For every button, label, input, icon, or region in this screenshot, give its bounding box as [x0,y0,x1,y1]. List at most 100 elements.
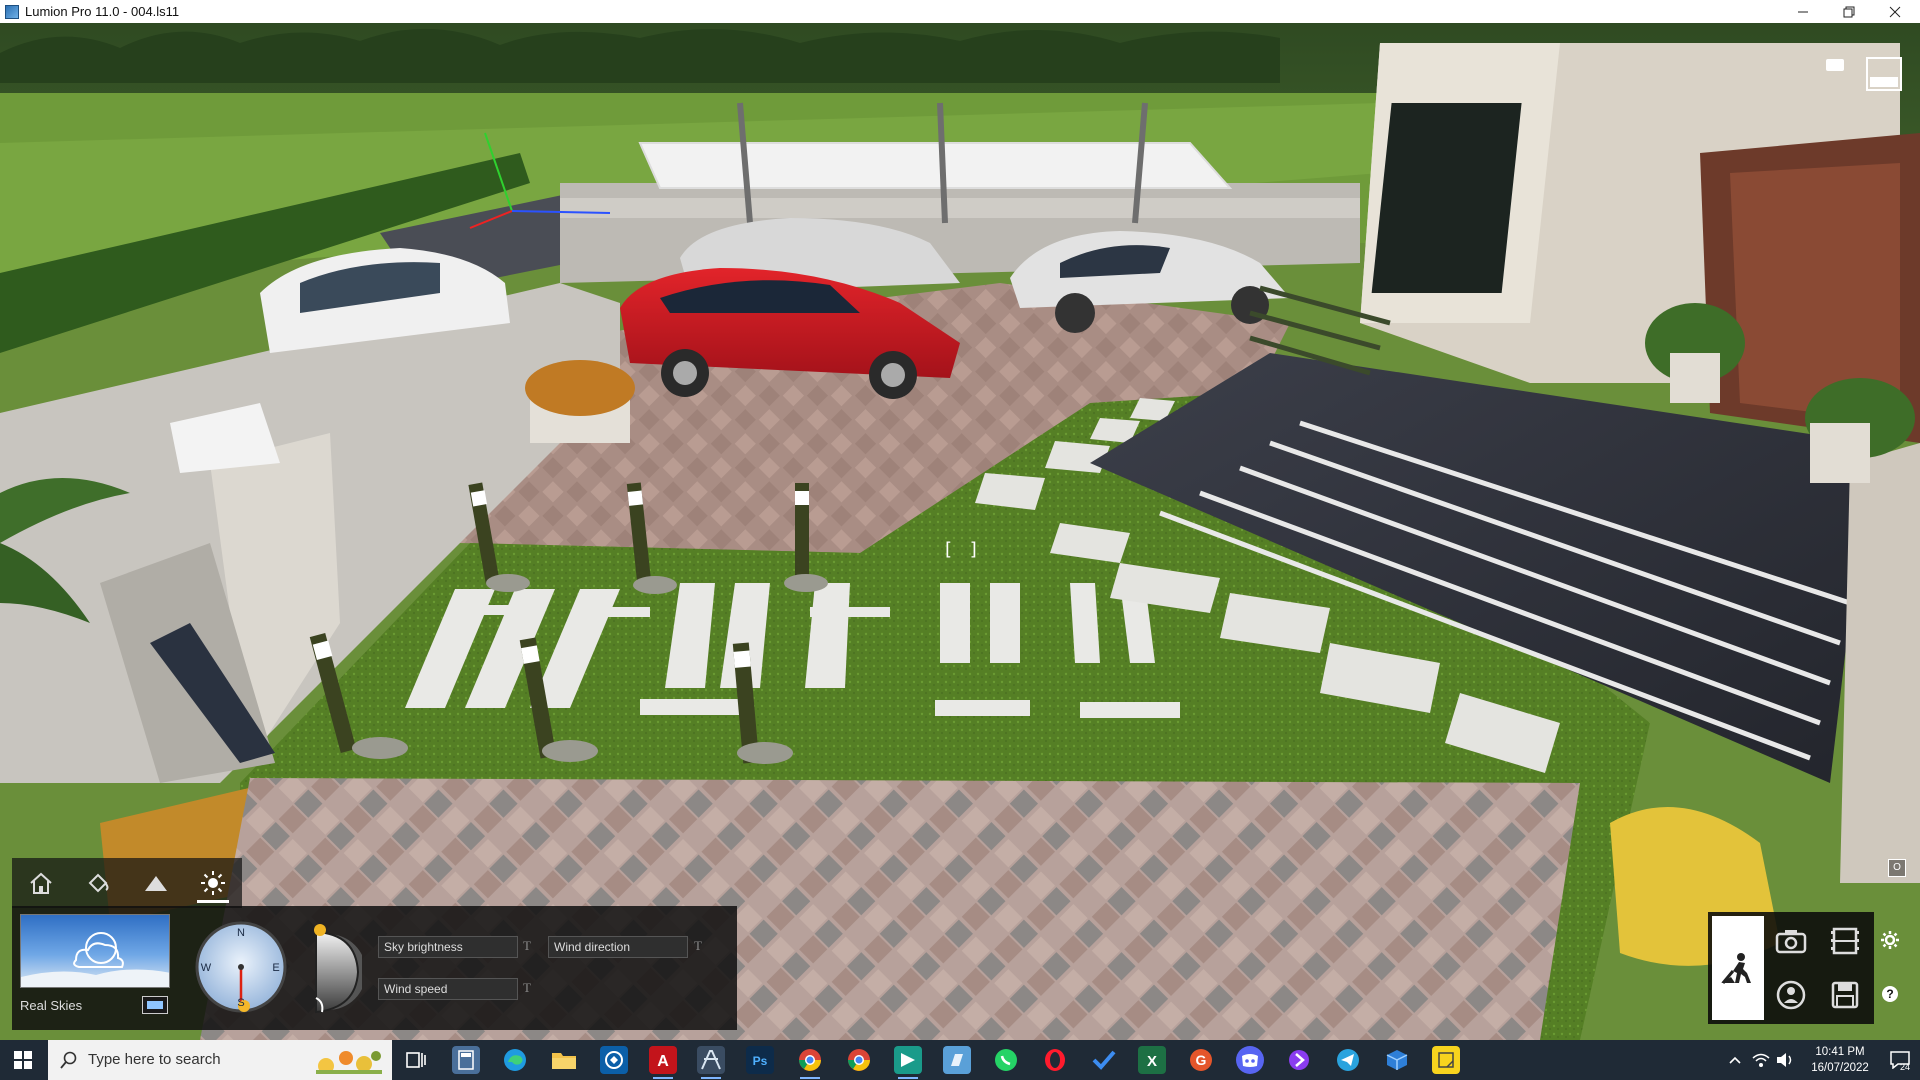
photo-mode-button[interactable] [1766,916,1816,966]
network-status[interactable] [1750,1040,1772,1080]
opera-icon [1045,1049,1065,1071]
sticky-notes-icon [1438,1052,1454,1068]
discord-app[interactable] [1236,1046,1264,1074]
sticky-notes-app[interactable] [1432,1046,1460,1074]
acrobat-icon: A [657,1053,669,1070]
discord-icon [1242,1054,1258,1067]
sketchup-icon [605,1051,623,1069]
close-button[interactable] [1872,0,1918,23]
film-icon [1831,927,1859,955]
green-app[interactable] [894,1046,922,1079]
svg-text:X: X [1147,1053,1157,1070]
edge-app[interactable] [501,1046,529,1074]
opera-app[interactable] [1041,1046,1069,1074]
movie-mode-button[interactable] [1820,916,1870,966]
panorama-mode-button[interactable] [1766,970,1816,1020]
restore-icon [1843,6,1855,17]
camera-view-toggle[interactable] [1820,49,1916,105]
tab-landscape[interactable] [136,863,176,903]
restore-button[interactable] [1826,0,1872,23]
task-view-icon [406,1052,426,1068]
sun-direction-compass[interactable]: N E S W [194,920,288,1014]
chrome-icon [799,1049,821,1071]
settings-button[interactable] [1878,928,1902,952]
file-explorer-app[interactable] [550,1046,578,1074]
tab-materials[interactable] [78,863,118,903]
wind-speed-type-button[interactable]: T [523,980,531,996]
sun-height-slider[interactable] [306,920,366,1014]
calculator-icon [458,1050,474,1070]
search-placeholder: Type here to search [88,1051,221,1068]
svg-text:A: A [657,1053,669,1070]
excel-app[interactable]: X [1138,1046,1166,1074]
sky-brightness-type-button[interactable]: T [523,938,531,954]
whatsapp-app[interactable] [992,1046,1020,1074]
weather-panel: Real Skies N E S W Sky brightness T Wind… [12,906,737,1030]
windows-logo-icon [14,1051,32,1069]
taskbar-search-box[interactable]: Type here to search [48,1040,392,1080]
wind-speed-slider[interactable]: Wind speed [378,978,518,1000]
whatsapp-icon [995,1049,1017,1071]
speaker-icon [1777,1053,1792,1067]
svg-text:G: G [1196,1052,1207,1068]
minimize-button[interactable] [1780,0,1826,23]
3d-viewport[interactable]: [ ] O [0,23,1920,1040]
title-bar: Lumion Pro 11.0 - 004.ls11 [0,0,1920,23]
acrobat-app[interactable]: A [649,1046,677,1079]
minimize-icon [1798,11,1808,12]
viewport-crosshair: [ ] [945,539,983,560]
mountain-icon [144,876,167,891]
blue-app[interactable] [943,1046,971,1074]
photoshop-icon: Ps [753,1054,768,1068]
viewport-small-button[interactable]: O [1888,859,1906,877]
cube-app[interactable] [1383,1046,1411,1074]
notification-count: 24 [1900,1062,1911,1072]
notification-center-button[interactable] [1880,1040,1920,1080]
task-view-button[interactable] [402,1046,430,1074]
checkmark-icon [1092,1050,1116,1070]
build-mode-button[interactable] [1712,916,1764,1020]
real-skies-toggle[interactable] [142,996,168,1014]
chrome-app[interactable] [796,1046,824,1079]
tab-weather[interactable] [193,863,233,903]
start-button[interactable] [0,1040,46,1080]
todo-app[interactable] [1090,1046,1118,1074]
wind-direction-slider[interactable]: Wind direction [548,936,688,958]
volume-control[interactable] [1774,1040,1796,1080]
real-skies-thumbnail[interactable] [20,914,170,988]
edge-icon [504,1049,526,1071]
video-camera-icon[interactable] [1826,59,1844,71]
save-icon [1831,981,1859,1009]
save-button[interactable] [1820,970,1870,1020]
excel-icon: X [1147,1053,1157,1070]
sketchup-app[interactable] [600,1046,628,1074]
photoshop-app[interactable]: Ps [746,1046,774,1074]
mode-tabs-bar [12,858,242,908]
tray-overflow-button[interactable] [1726,1040,1744,1080]
compass-n: N [237,927,245,939]
grammarly-icon: G [1190,1049,1212,1071]
taskbar-clock[interactable]: 10:41 PM 16/07/2022 [1800,1044,1880,1076]
question-icon: ? [1882,986,1898,1002]
search-icon [60,1051,77,1069]
telegram-icon [1337,1049,1359,1071]
chrome-profile-app[interactable] [845,1046,873,1074]
lumion-icon [701,1050,721,1070]
telegram-app[interactable] [1334,1046,1362,1074]
wind-direction-type-button[interactable]: T [694,938,702,954]
calculator-app[interactable] [452,1046,480,1074]
grammarly-app[interactable]: G [1187,1046,1215,1074]
folder-icon [552,1053,576,1069]
chevron-up-icon [1729,1056,1741,1064]
close-icon [1889,6,1901,17]
chrome-icon-alt [848,1049,870,1071]
lumion-app-icon [5,4,19,19]
purple-app[interactable] [1285,1046,1313,1074]
screen-layout-icon[interactable] [1866,57,1902,91]
sky-brightness-slider[interactable]: Sky brightness [378,936,518,958]
help-button[interactable]: ? [1878,982,1902,1006]
real-skies-label: Real Skies [20,998,83,1013]
tab-home[interactable] [21,863,61,903]
app-green-icon [901,1053,915,1067]
lumion-app[interactable] [697,1046,725,1079]
